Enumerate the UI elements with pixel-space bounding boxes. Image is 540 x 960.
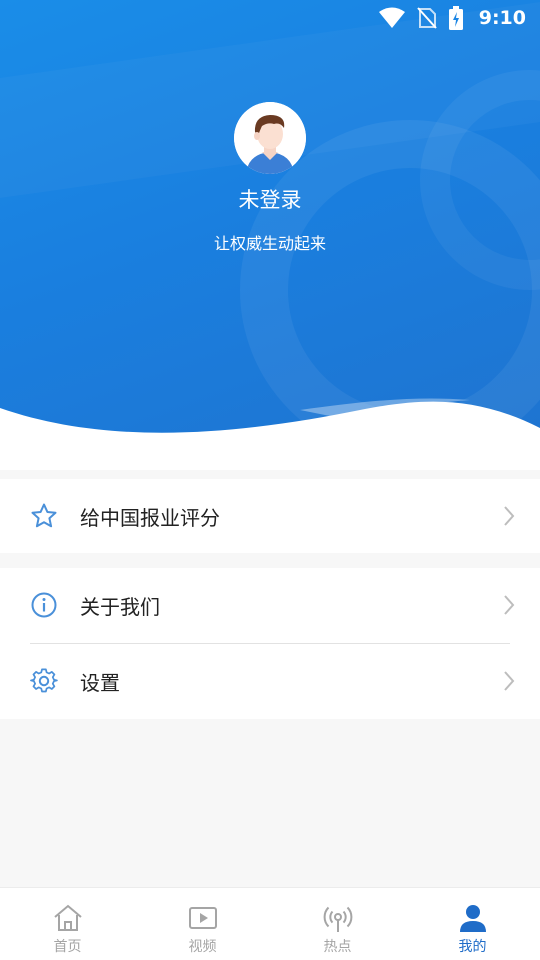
no-sim-icon xyxy=(416,7,437,29)
tab-label: 视频 xyxy=(188,939,217,955)
user-icon xyxy=(459,905,486,932)
status-bar: 9:10 xyxy=(0,0,540,36)
info-icon xyxy=(31,592,57,618)
slogan: 让权威生动起来 xyxy=(213,234,326,253)
menu-group-rating: 给中国报业评分 xyxy=(0,479,540,553)
menu-item-rate[interactable]: 给中国报业评分 xyxy=(0,479,540,553)
status-time: 9:10 xyxy=(478,7,526,29)
chevron-right-icon xyxy=(504,671,515,691)
menu-item-settings[interactable]: 设置 xyxy=(0,644,540,718)
gear-icon xyxy=(30,668,58,693)
menu-item-about[interactable]: 关于我们 xyxy=(0,568,540,642)
tab-home[interactable]: 首页 xyxy=(0,888,135,960)
menu-item-label: 设置 xyxy=(80,670,120,695)
tab-video[interactable]: 视频 xyxy=(135,888,270,960)
broadcast-icon xyxy=(323,906,352,932)
menu-item-label: 关于我们 xyxy=(80,594,160,619)
wifi-icon xyxy=(378,7,405,28)
tab-label: 热点 xyxy=(323,939,352,955)
bottom-tab-bar: 首页 视频 热点 我的 xyxy=(0,887,540,960)
home-icon xyxy=(53,904,82,931)
default-avatar-icon xyxy=(234,102,306,174)
username[interactable]: 未登录 xyxy=(0,184,540,214)
battery-charging-icon xyxy=(448,6,463,30)
tab-label: 首页 xyxy=(53,939,82,955)
tab-hot[interactable]: 热点 xyxy=(270,888,405,960)
star-icon xyxy=(31,503,57,528)
video-icon xyxy=(188,907,217,929)
menu-group-app: 关于我们 设置 xyxy=(0,568,540,719)
chevron-right-icon xyxy=(504,506,515,526)
header-wave xyxy=(0,398,540,470)
tab-mine[interactable]: 我的 xyxy=(405,888,540,960)
menu-item-label: 给中国报业评分 xyxy=(80,505,220,530)
chevron-right-icon xyxy=(504,595,515,615)
avatar[interactable] xyxy=(234,102,306,174)
tab-label: 我的 xyxy=(458,939,487,955)
